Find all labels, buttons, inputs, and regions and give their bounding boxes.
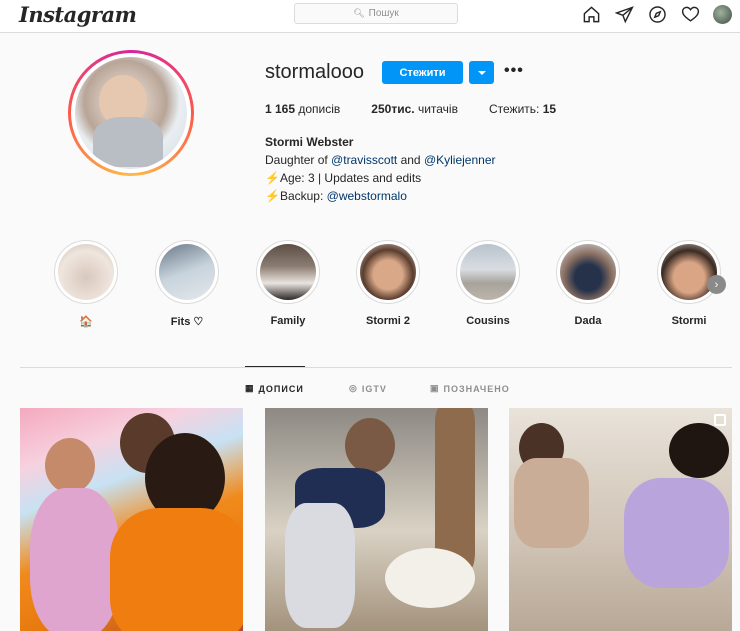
followers-stat[interactable]: 250тис. читачів [371, 102, 458, 116]
highlight-item[interactable]: Stormi 2 [356, 240, 420, 327]
highlight-cover [560, 244, 616, 300]
posts-stat: 1 165 дописів [265, 102, 340, 116]
highlights-next-arrow-icon[interactable]: › [707, 275, 726, 294]
highlight-label: Cousins [466, 315, 510, 327]
chevron-down-icon [477, 70, 486, 75]
following-stat[interactable]: Стежить: 15 [489, 102, 556, 116]
posts-count: 1 165 [265, 102, 296, 116]
post-thumbnail[interactable] [265, 408, 488, 631]
highlight-item[interactable]: Family [256, 240, 320, 327]
profile-full-name: Stormi Webster [265, 135, 354, 149]
post-thumbnail[interactable] [20, 408, 243, 631]
nav-icons [568, 4, 732, 24]
webstormalo-link[interactable]: @webstormalo [327, 189, 407, 203]
following-count: 15 [542, 102, 557, 116]
bio-line-2: ⚡Age: 3 | Updates and edits [265, 171, 422, 185]
following-label: Стежить: [488, 102, 540, 116]
grid-icon: ▦ [245, 383, 255, 393]
multiple-posts-icon [714, 414, 726, 426]
highlight-item[interactable]: 🏠 [54, 240, 118, 328]
followers-count: 250тис. [371, 102, 415, 116]
search-icon: 🔍︎ [353, 8, 365, 18]
top-nav: Instagram 🔍︎ Пошук [0, 0, 740, 33]
highlight-cover [260, 244, 316, 300]
tab-tagged[interactable]: ▣ ПОЗНАЧЕНО [430, 383, 510, 394]
profile-stats: 1 165 дописів 250тис. читачів Стежить: 1… [265, 102, 587, 116]
highlight-cover [360, 244, 416, 300]
igtv-icon: ◎ [349, 383, 358, 393]
lightning-icon: ⚡ [265, 171, 280, 185]
posts-label: дописів [298, 102, 341, 116]
highlight-cover [460, 244, 516, 300]
highlight-label: Family [270, 315, 306, 327]
highlight-label: Dada [574, 315, 602, 327]
tagged-icon: ▣ [430, 383, 440, 393]
direct-icon[interactable] [614, 4, 634, 24]
followers-label: читачів [417, 102, 458, 116]
tab-igtv[interactable]: ◎ IGTV [349, 383, 387, 394]
lightning-icon: ⚡ [265, 189, 280, 203]
explore-icon[interactable] [647, 4, 667, 24]
highlight-cover [661, 244, 717, 300]
highlight-label: Fits ♡ [170, 316, 204, 328]
more-options-icon[interactable]: ••• [504, 62, 524, 80]
instagram-logo[interactable]: Instagram [19, 2, 137, 27]
highlight-item[interactable]: Cousins [456, 240, 520, 327]
highlight-item[interactable]: Fits ♡ [155, 240, 219, 328]
profile-avatar-large[interactable] [68, 50, 194, 176]
tabs-divider [20, 367, 732, 368]
activity-heart-icon[interactable] [680, 4, 700, 24]
search-placeholder: Пошук [368, 8, 399, 19]
follow-button[interactable]: Стежити [382, 61, 463, 84]
search-input[interactable]: 🔍︎ Пошук [294, 3, 458, 24]
tab-posts[interactable]: ▦ ДОПИСИ [245, 383, 304, 394]
active-tab-indicator [245, 366, 305, 367]
profile-bio: Stormi Webster Daughter of @travisscott … [265, 133, 496, 205]
highlight-cover [58, 244, 114, 300]
bio-line-1: Daughter of @travisscott and @Kyliejenne… [265, 153, 496, 167]
highlight-label: 🏠 [79, 316, 93, 328]
suggested-dropdown-button[interactable] [469, 61, 494, 84]
highlight-item[interactable]: Dada [556, 240, 620, 327]
kyliejenner-link[interactable]: @Kyliejenner [424, 153, 496, 167]
post-thumbnail[interactable] [509, 408, 732, 631]
highlight-label: Stormi [671, 315, 707, 327]
travisscott-link[interactable]: @travisscott [331, 153, 397, 167]
profile-username: stormalooo [265, 61, 364, 83]
profile-avatar[interactable] [713, 4, 732, 24]
highlight-cover [159, 244, 215, 300]
home-icon[interactable] [581, 4, 601, 24]
highlight-label: Stormi 2 [365, 315, 410, 327]
profile-photo [75, 57, 187, 169]
bio-line-3: ⚡Backup: @webstormalo [265, 189, 407, 203]
